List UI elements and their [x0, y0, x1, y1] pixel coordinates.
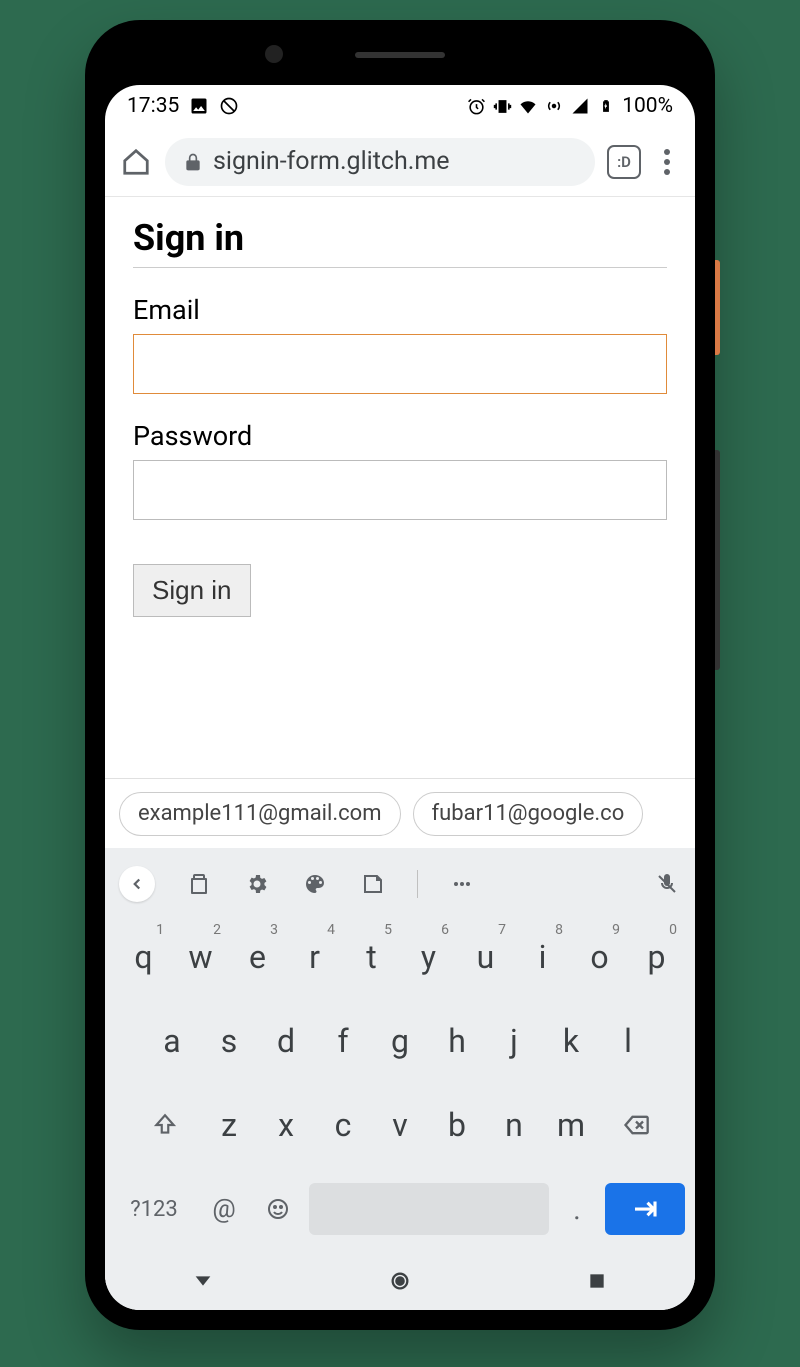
shift-key[interactable] — [129, 1086, 201, 1164]
password-label: Password — [133, 420, 667, 452]
keyboard-toolbar — [105, 858, 695, 910]
keyboard-bottom-row: ?123 @ . — [105, 1174, 695, 1252]
keyboard: q1w2e3r4t5y6u7i8o9p0 asdfghjkl zxcvbnm ?… — [105, 848, 695, 1310]
cell-signal-icon — [570, 96, 590, 116]
backspace-key[interactable] — [600, 1086, 672, 1164]
url-text: signin-form.glitch.me — [213, 147, 450, 176]
suggestion-chip[interactable]: fubar11@google.co — [413, 792, 644, 836]
key-r[interactable]: r4 — [286, 918, 343, 996]
key-k[interactable]: k — [543, 1002, 600, 1080]
key-p[interactable]: p0 — [628, 918, 685, 996]
key-q[interactable]: q1 — [115, 918, 172, 996]
page-title: Sign in — [133, 217, 667, 268]
hotspot-icon — [544, 96, 564, 116]
battery-text: 100% — [622, 94, 673, 118]
key-h[interactable]: h — [429, 1002, 486, 1080]
emoji-key[interactable] — [255, 1180, 301, 1238]
password-field[interactable] — [133, 460, 667, 520]
sticker-icon[interactable] — [359, 870, 387, 898]
key-w[interactable]: w2 — [172, 918, 229, 996]
separator — [417, 870, 418, 898]
android-nav-bar — [105, 1252, 695, 1310]
gear-icon[interactable] — [243, 870, 271, 898]
period-key[interactable]: . — [557, 1180, 597, 1238]
key-z[interactable]: z — [201, 1086, 258, 1164]
key-t[interactable]: t5 — [343, 918, 400, 996]
key-b[interactable]: b — [429, 1086, 486, 1164]
recents-button[interactable] — [584, 1268, 610, 1294]
key-d[interactable]: d — [258, 1002, 315, 1080]
screen: 17:35 — [105, 85, 695, 1310]
more-icon[interactable] — [448, 870, 476, 898]
email-field[interactable] — [133, 334, 667, 394]
browser-toolbar: signin-form.glitch.me :D — [105, 127, 695, 197]
phone-frame: 17:35 — [85, 20, 715, 1330]
key-e[interactable]: e3 — [229, 918, 286, 996]
key-s[interactable]: s — [201, 1002, 258, 1080]
at-key[interactable]: @ — [201, 1180, 247, 1238]
vibrate-icon — [492, 96, 512, 116]
home-nav-button[interactable] — [387, 1268, 413, 1294]
space-key[interactable] — [309, 1183, 549, 1235]
key-o[interactable]: o9 — [571, 918, 628, 996]
wifi-icon — [518, 96, 538, 116]
tabs-button[interactable]: :D — [607, 145, 641, 179]
key-x[interactable]: x — [258, 1086, 315, 1164]
autofill-suggestions: example111@gmail.com fubar11@google.co — [105, 778, 695, 848]
tabs-label: :D — [617, 153, 631, 171]
address-bar[interactable]: signin-form.glitch.me — [165, 138, 595, 186]
do-not-disturb-icon — [219, 96, 239, 116]
phone-speaker — [355, 52, 445, 58]
lock-icon — [183, 152, 203, 172]
palette-icon[interactable] — [301, 870, 329, 898]
mic-off-icon[interactable] — [653, 870, 681, 898]
status-bar: 17:35 — [105, 85, 695, 127]
email-label: Email — [133, 294, 667, 326]
symbols-key[interactable]: ?123 — [115, 1180, 193, 1238]
sign-in-button[interactable]: Sign in — [133, 564, 251, 617]
image-icon — [189, 96, 209, 116]
key-y[interactable]: y6 — [400, 918, 457, 996]
page-content: Sign in Email Password Sign in — [105, 197, 695, 778]
home-button[interactable] — [119, 145, 153, 179]
key-i[interactable]: i8 — [514, 918, 571, 996]
key-f[interactable]: f — [315, 1002, 372, 1080]
status-time: 17:35 — [127, 94, 179, 118]
key-m[interactable]: m — [543, 1086, 600, 1164]
keyboard-keys: q1w2e3r4t5y6u7i8o9p0 asdfghjkl zxcvbnm — [105, 910, 695, 1174]
key-g[interactable]: g — [372, 1002, 429, 1080]
key-j[interactable]: j — [486, 1002, 543, 1080]
enter-key[interactable] — [605, 1183, 685, 1235]
clipboard-icon[interactable] — [185, 870, 213, 898]
alarm-icon — [466, 96, 486, 116]
phone-power-button — [715, 260, 720, 355]
suggestion-chip[interactable]: example111@gmail.com — [119, 792, 401, 836]
phone-camera — [265, 45, 283, 63]
key-v[interactable]: v — [372, 1086, 429, 1164]
key-a[interactable]: a — [144, 1002, 201, 1080]
battery-icon — [596, 96, 616, 116]
key-l[interactable]: l — [600, 1002, 657, 1080]
key-u[interactable]: u7 — [457, 918, 514, 996]
phone-volume-button — [715, 450, 720, 670]
keyboard-collapse-button[interactable] — [119, 866, 155, 902]
back-button[interactable] — [190, 1268, 216, 1294]
key-c[interactable]: c — [315, 1086, 372, 1164]
menu-button[interactable] — [653, 149, 681, 175]
key-n[interactable]: n — [486, 1086, 543, 1164]
